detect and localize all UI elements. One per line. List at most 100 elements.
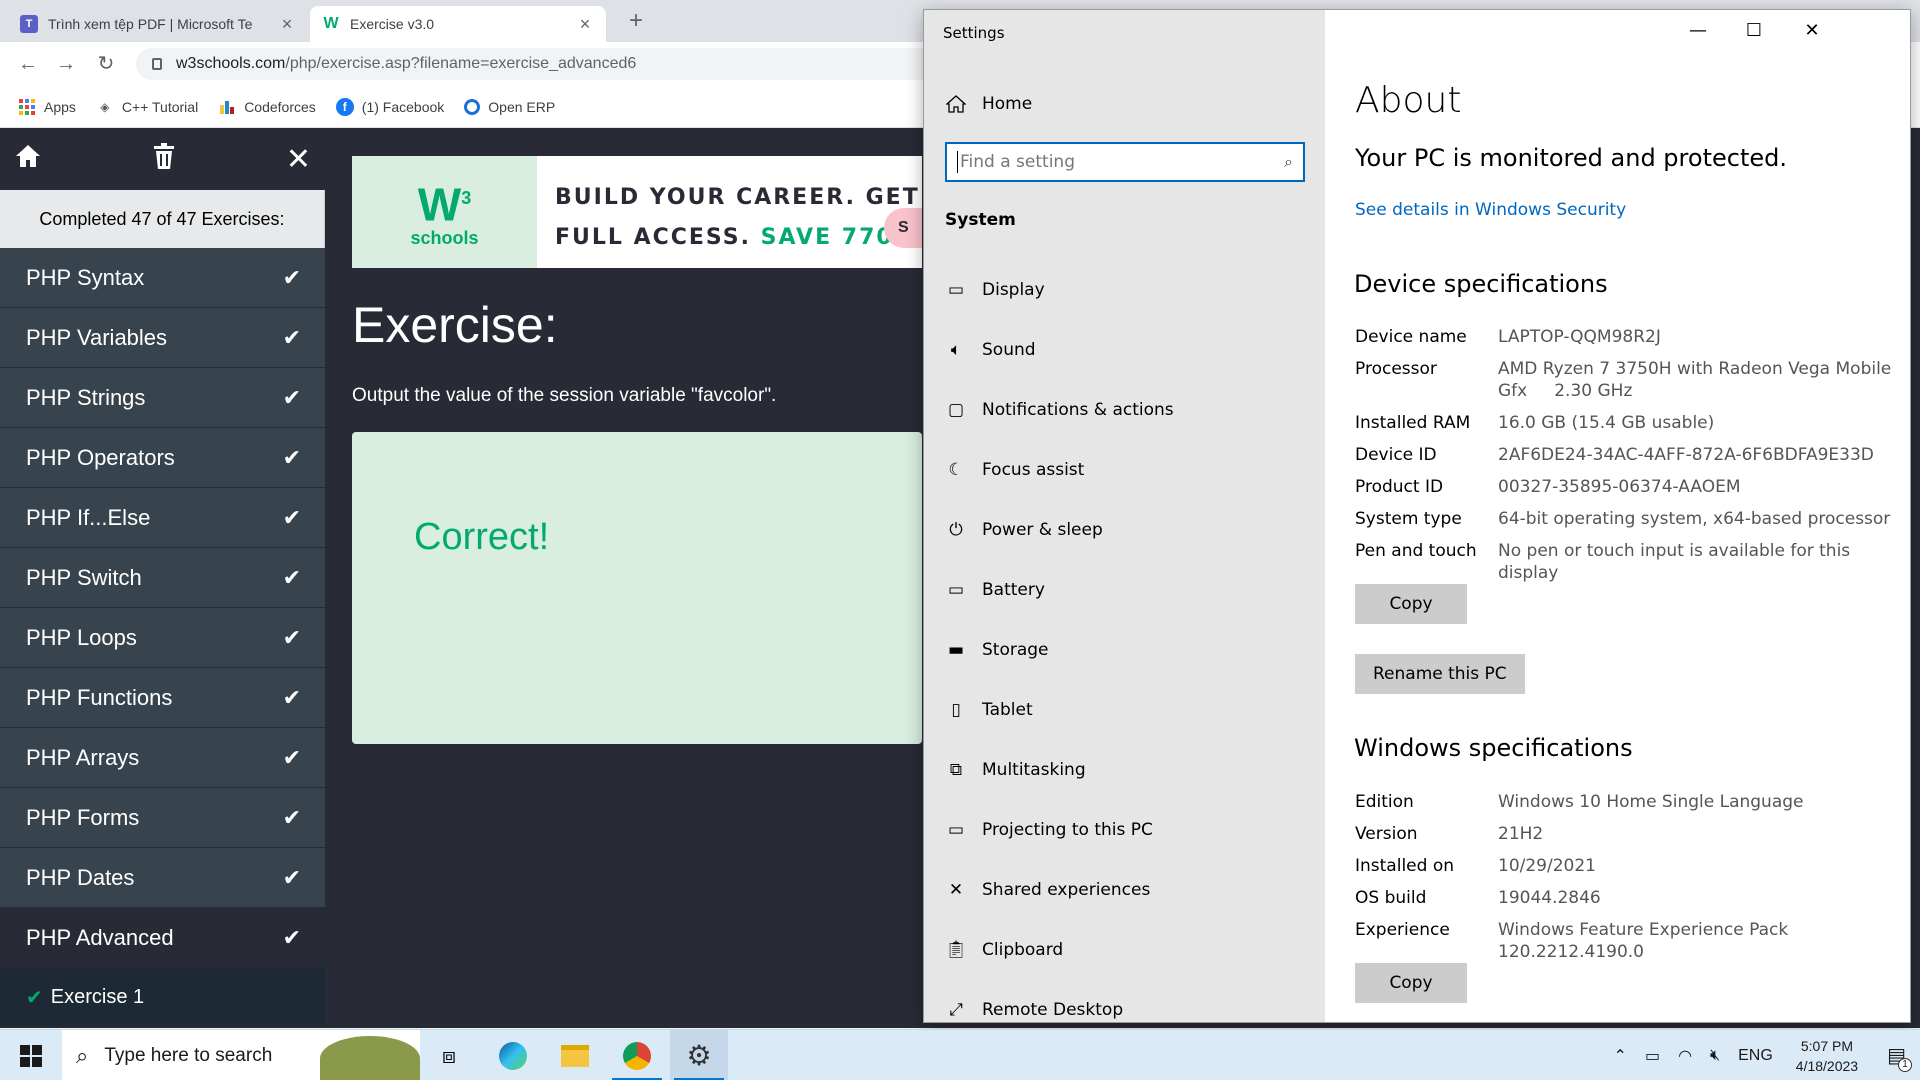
nav-label: Display <box>982 280 1045 300</box>
nav-display[interactable]: ▭ Display <box>944 260 1304 320</box>
nav-focus-assist[interactable]: ☾ Focus assist <box>944 440 1304 500</box>
clock-time: 5:07 PM <box>1800 1037 1854 1054</box>
exercise-item-label: PHP Loops <box>26 624 137 650</box>
nav-projecting[interactable]: ▭ Projecting to this PC <box>944 800 1304 860</box>
exercise-item-php-strings[interactable]: PHP Strings ✔ <box>0 368 325 428</box>
spec-row: Experience Windows Feature Experience Pac… <box>1355 920 1789 962</box>
volume-muted-icon[interactable]: 🔇︎ <box>1710 1047 1720 1065</box>
edge-taskbar-button[interactable] <box>484 1030 542 1080</box>
find-setting-input[interactable]: Find a setting ⌕ <box>945 142 1305 182</box>
exercise-item-php-operators[interactable]: PHP Operators ✔ <box>0 428 325 488</box>
notification-center-icon[interactable]: ▤ 1 <box>1887 1043 1912 1072</box>
maximize-button[interactable]: ☐ <box>1726 10 1782 50</box>
tablet-icon: ▯ <box>951 700 961 720</box>
copy-windows-specs-button[interactable]: Copy <box>1355 963 1467 1003</box>
back-button[interactable]: ← <box>14 50 42 78</box>
settings-home[interactable]: Home <box>944 92 1032 116</box>
nav-tablet[interactable]: ▯ Tablet <box>944 680 1304 740</box>
exercise-item-label: PHP Switch <box>26 564 142 590</box>
nav-remote-desktop[interactable]: ⤢ Remote Desktop <box>944 980 1304 1022</box>
close-icon[interactable]: ✕ <box>286 142 311 177</box>
tab-exercise[interactable]: W Exercise v3.0 × <box>310 6 606 42</box>
search-placeholder: Find a setting <box>960 152 1075 172</box>
codeforces-icon <box>218 98 236 116</box>
facebook-icon: f <box>335 97 354 116</box>
clock[interactable]: 5:07 PM 4/18/2023 <box>1796 1036 1858 1076</box>
check-icon: ✔ <box>282 864 301 890</box>
nav-storage[interactable]: ▬ Storage <box>944 620 1304 680</box>
wifi-icon[interactable]: ◠ <box>1678 1046 1692 1066</box>
exercise-item-php-arrays[interactable]: PHP Arrays ✔ <box>0 728 325 788</box>
exercise-item-php-forms[interactable]: PHP Forms ✔ <box>0 788 325 848</box>
exercise-item-label: PHP Operators <box>26 444 175 470</box>
trash-icon[interactable] <box>152 142 176 176</box>
bookmark-cpp-tutorial[interactable]: ◈ C++ Tutorial <box>96 98 198 116</box>
close-window-button[interactable]: ✕ <box>1784 10 1840 50</box>
settings-taskbar-button[interactable]: ⚙ <box>670 1030 728 1080</box>
copy-device-specs-button[interactable]: Copy <box>1355 584 1467 624</box>
check-icon: ✔ <box>282 624 301 650</box>
rename-pc-button[interactable]: Rename this PC <box>1355 654 1525 694</box>
exercise-item-php-if-else[interactable]: PHP If...Else ✔ <box>0 488 325 548</box>
exercise-item-label: PHP Advanced <box>26 924 174 950</box>
start-button[interactable] <box>0 1030 62 1080</box>
nav-sound[interactable]: 🔈︎ Sound <box>944 320 1304 380</box>
check-icon: ✔ <box>282 384 301 410</box>
new-tab-button[interactable]: + <box>622 6 650 36</box>
bookmark-facebook[interactable]: f (1) Facebook <box>335 97 445 116</box>
exercise-sub-item[interactable]: ✔ Exercise 1 <box>0 968 325 1026</box>
exercise-item-php-advanced[interactable]: PHP Advanced ✔ <box>0 908 325 968</box>
taskbar-search-box[interactable]: ⌕ Type here to search <box>62 1030 420 1080</box>
bookmark-label: (1) Facebook <box>361 98 445 115</box>
nav-shared-experiences[interactable]: ✕ Shared experiences <box>944 860 1304 920</box>
tab-teams-pdf[interactable]: T Trình xem tệp PDF | Microsoft Te × <box>8 6 308 42</box>
language-indicator[interactable]: ENG <box>1738 1047 1773 1065</box>
exercise-item-php-variables[interactable]: PHP Variables ✔ <box>0 308 325 368</box>
home-icon[interactable] <box>14 143 42 176</box>
w3schools-icon: W <box>323 15 339 32</box>
banner-cta-button[interactable]: S <box>884 208 922 248</box>
bookmark-apps[interactable]: Apps <box>18 98 76 116</box>
nav-label: Projecting to this PC <box>982 820 1153 840</box>
exercise-item-php-loops[interactable]: PHP Loops ✔ <box>0 608 325 668</box>
nav-power-sleep[interactable]: ⏻ Power & sleep <box>944 500 1304 560</box>
exercise-item-php-functions[interactable]: PHP Functions ✔ <box>0 668 325 728</box>
page-title: About <box>1355 80 1462 121</box>
chevron-up-icon[interactable]: ⌃ <box>1614 1046 1627 1066</box>
exercise-item-php-syntax[interactable]: PHP Syntax ✔ <box>0 248 325 308</box>
forward-button[interactable]: → <box>52 50 80 78</box>
check-icon: ✔ <box>282 924 301 950</box>
moon-icon: ☾ <box>948 460 964 480</box>
address-bar[interactable]: w3schools.com/php/exercise.asp?filename=… <box>136 48 956 80</box>
nav-notifications[interactable]: ▢ Notifications & actions <box>944 380 1304 440</box>
url-domain: w3schools.com <box>176 55 286 72</box>
battery-tray-icon[interactable]: ▭ <box>1645 1046 1660 1066</box>
sound-icon: 🔈︎ <box>950 340 962 360</box>
projecting-icon: ▭ <box>947 820 965 840</box>
exercise-item-php-dates[interactable]: PHP Dates ✔ <box>0 848 325 908</box>
sidebar-toolbar: ✕ <box>0 128 325 190</box>
task-view-button[interactable]: ⧈ <box>420 1030 478 1080</box>
lock-icon <box>152 58 162 70</box>
exercise-item-label: PHP Syntax <box>26 264 145 290</box>
windows-security-link[interactable]: See details in Windows Security <box>1355 200 1626 220</box>
nav-clipboard[interactable]: 📋︎ Clipboard <box>944 920 1304 980</box>
multitasking-icon: ⧉ <box>949 760 963 780</box>
file-explorer-taskbar-button[interactable] <box>546 1030 604 1080</box>
bookmark-label: Open ERP <box>488 98 556 115</box>
tab-title: Exercise v3.0 <box>350 16 435 32</box>
close-icon[interactable]: × <box>576 14 594 35</box>
bookmark-open-erp[interactable]: Open ERP <box>464 98 556 115</box>
exercise-description: Output the value of the session variable… <box>352 385 777 406</box>
close-icon[interactable]: × <box>278 14 296 35</box>
promo-banner[interactable]: W3 schools BUILD YOUR CAREER. GET FULL A… <box>352 156 922 268</box>
protection-status: Your PC is monitored and protected. <box>1355 144 1787 172</box>
bookmark-codeforces[interactable]: Codeforces <box>218 98 316 116</box>
spec-row: Version 21H2 <box>1355 824 1544 844</box>
reload-button[interactable]: ↻ <box>92 50 120 78</box>
minimize-button[interactable]: — <box>1670 10 1726 50</box>
nav-multitasking[interactable]: ⧉ Multitasking <box>944 740 1304 800</box>
chrome-taskbar-button[interactable] <box>608 1030 666 1080</box>
exercise-item-php-switch[interactable]: PHP Switch ✔ <box>0 548 325 608</box>
nav-battery[interactable]: ▭ Battery <box>944 560 1304 620</box>
